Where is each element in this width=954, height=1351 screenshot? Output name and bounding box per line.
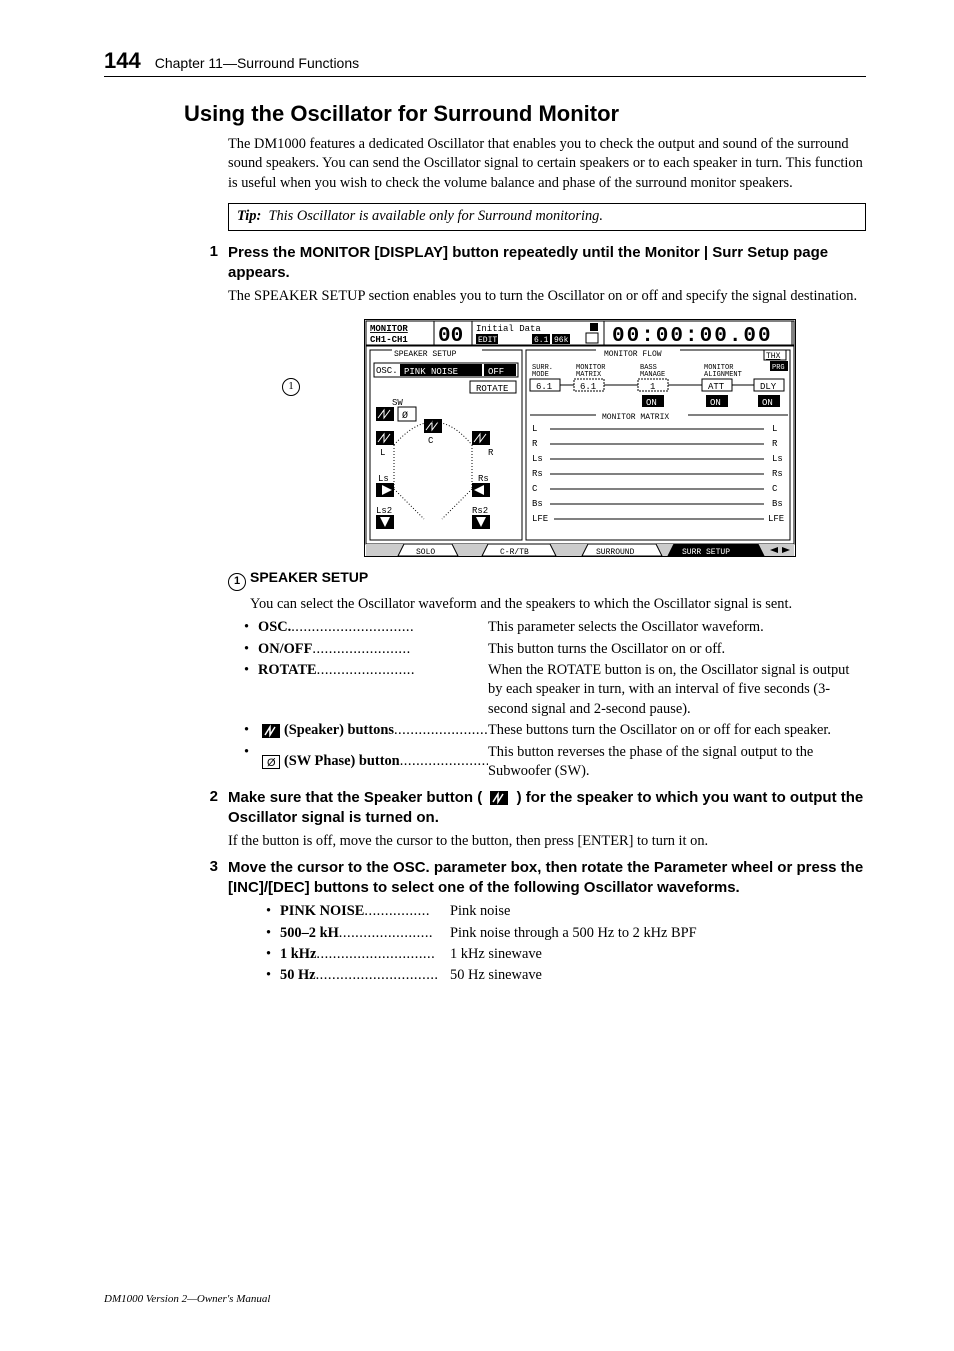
step-1: 1 Press the MONITOR [DISPLAY] button rep… [204, 243, 866, 284]
svg-text:SURR SETUP: SURR SETUP [682, 548, 730, 557]
svg-text:Rs: Rs [478, 474, 489, 484]
svg-text:L: L [772, 424, 777, 434]
waveform-50hz: • 50 Hz.............................. 50… [266, 966, 866, 985]
svg-text:Rs2: Rs2 [472, 506, 488, 516]
monitor-flow-label: MONITOR FLOW [604, 350, 662, 359]
footer: DM1000 Version 2—Owner's Manual [104, 1293, 270, 1305]
step-3: 3 Move the cursor to the OSC. parameter … [204, 858, 866, 899]
svg-text:Rs: Rs [532, 469, 543, 479]
svg-text:SOLO: SOLO [416, 548, 435, 557]
svg-text:MANAGE: MANAGE [640, 371, 665, 379]
svg-text:Ls: Ls [532, 454, 543, 464]
rotate-label: ROTATE [476, 384, 508, 394]
waveform-500-2k: • 500–2 kH....................... Pink n… [266, 924, 866, 943]
scene-num: 00 [438, 325, 463, 348]
svg-text:MATRIX: MATRIX [576, 371, 602, 379]
step-number: 3 [204, 858, 218, 899]
step-2: 2 Make sure that the Speaker button ( ) … [204, 788, 866, 829]
speaker-icon [490, 791, 508, 805]
monitor-matrix-label: MONITOR MATRIX [602, 413, 669, 422]
svg-text:C-R/TB: C-R/TB [500, 548, 529, 557]
svg-text:6.1: 6.1 [536, 382, 552, 392]
svg-text:C: C [532, 484, 538, 494]
callout-1: 1 [282, 375, 304, 396]
tip-label: Tip: [237, 208, 261, 224]
svg-text:ON: ON [646, 398, 657, 408]
svg-text:R: R [772, 439, 778, 449]
waveform-1khz: • 1 kHz............................. 1 k… [266, 945, 866, 964]
svg-text:ON: ON [762, 398, 773, 408]
step-title: Make sure that the Speaker button ( ) fo… [228, 788, 866, 829]
svg-text:Bs: Bs [532, 499, 543, 509]
svg-text:ALIGNMENT: ALIGNMENT [704, 371, 742, 379]
svg-text:L: L [532, 424, 537, 434]
scene-tag2: 6.1 [534, 336, 549, 345]
svg-text:MODE: MODE [532, 371, 549, 379]
svg-text:LFE: LFE [532, 514, 548, 524]
waveform-pink-noise: • PINK NOISE................ Pink noise [266, 902, 866, 921]
svg-text:ON: ON [710, 398, 721, 408]
param-list: • OSC............................... Thi… [244, 618, 866, 782]
svg-text:DLY: DLY [760, 382, 777, 392]
chapter-label: Chapter 11—Surround Functions [155, 55, 359, 71]
osc-label: OSC. [376, 366, 398, 376]
param-sw-phase: • Ø (SW Phase) button...................… [244, 743, 866, 782]
svg-text:LFE: LFE [768, 514, 784, 524]
sw-phase-icon: Ø [262, 755, 280, 769]
step-title: Move the cursor to the OSC. parameter bo… [228, 858, 866, 899]
intro-paragraph: The DM1000 features a dedicated Oscillat… [228, 135, 866, 193]
osc-value: PINK NOISE [404, 367, 458, 377]
waveform-list: • PINK NOISE................ Pink noise … [266, 902, 866, 986]
page-number: 144 [104, 48, 141, 74]
svg-text:C: C [428, 436, 434, 446]
svg-text:L: L [380, 448, 385, 458]
ch-label: CH1-CH1 [370, 335, 408, 345]
step-number: 2 [204, 788, 218, 829]
thx-label: THX [766, 352, 781, 361]
param-rotate: • ROTATE........................ When th… [244, 661, 866, 719]
tip-box: Tip: This Oscillator is available only f… [228, 203, 866, 230]
svg-text:C: C [772, 484, 778, 494]
svg-text:Bs: Bs [772, 499, 783, 509]
scene-tag1: EDIT [478, 336, 497, 345]
tip-text: This Oscillator is available only for Su… [268, 208, 602, 224]
osc-onoff: OFF [488, 367, 504, 377]
svg-text:R: R [488, 448, 494, 458]
svg-text:Ls: Ls [378, 474, 389, 484]
area-label: MONITOR [370, 324, 408, 334]
speaker-icon [262, 724, 280, 738]
param-osc: • OSC............................... Thi… [244, 618, 866, 637]
svg-text:SURROUND: SURROUND [596, 548, 635, 557]
circle-1-icon: 1 [228, 573, 246, 591]
scene-name: Initial Data [476, 324, 541, 334]
scene-tag3: 96k [554, 336, 569, 345]
svg-text:ATT: ATT [708, 382, 725, 392]
svg-text:6.1: 6.1 [580, 382, 596, 392]
step-1-follow: The SPEAKER SETUP section enables you to… [228, 287, 866, 306]
svg-text:Ls2: Ls2 [376, 506, 392, 516]
svg-text:Ø: Ø [402, 410, 408, 422]
heading: Using the Oscillator for Surround Monito… [184, 101, 866, 127]
svg-text:Ø: Ø [267, 757, 276, 769]
param-onoff: • ON/OFF........................ This bu… [244, 640, 866, 659]
speaker-setup-label: SPEAKER SETUP [394, 350, 457, 359]
section-1-intro: You can select the Oscillator waveform a… [250, 595, 866, 614]
section-1-heading: 1SPEAKER SETUP [228, 569, 866, 591]
step-title: Press the MONITOR [DISPLAY] button repea… [228, 243, 866, 284]
page-header: 144 Chapter 11—Surround Functions [104, 48, 866, 77]
step-2-follow: If the button is off, move the cursor to… [228, 832, 866, 851]
svg-text:1: 1 [650, 382, 655, 392]
timecode: 00:00:00.00 [612, 325, 773, 348]
svg-text:R: R [532, 439, 538, 449]
param-speaker-buttons: • (Speaker) buttons.....................… [244, 721, 866, 740]
step-number: 1 [204, 243, 218, 284]
svg-text:PRG: PRG [772, 364, 785, 372]
lcd-screenshot: 1 MONITOR CH1-CH1 00 Initial Data EDIT 6… [364, 319, 796, 557]
svg-text:Rs: Rs [772, 469, 783, 479]
svg-text:Ls: Ls [772, 454, 783, 464]
